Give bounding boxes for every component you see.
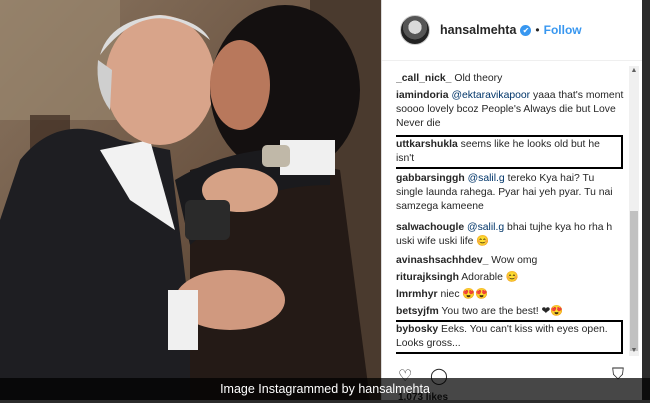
comment-username[interactable]: salwachougle (396, 222, 464, 233)
comments-scrollbar[interactable]: ▲ ▼ (629, 66, 639, 356)
post-username[interactable]: hansalmehta (440, 23, 516, 37)
comment-item: avinashsachhdev_ Wow omg (396, 254, 624, 268)
comment-text: Old theory (451, 73, 503, 84)
scrollbar-thumb[interactable] (630, 211, 638, 351)
comment-username[interactable]: iamindoria (396, 90, 449, 101)
post-header: hansalmehta ✔ • Follow (382, 0, 643, 61)
comment-item: iamindoria @ektaravikapoor yaaa that's m… (396, 89, 624, 131)
comment-item: riturajksingh Adorable 😊 (396, 271, 624, 285)
comment-mention[interactable]: @salil.g (468, 173, 505, 184)
comment-item: _call_nick_ Old theory (396, 72, 624, 86)
comment-text: Adorable 😊 (458, 272, 519, 283)
comment-mention[interactable]: @salil.g (467, 222, 504, 233)
scroll-down-icon[interactable]: ▼ (629, 346, 639, 356)
comment-text: niec 😍😍 (437, 289, 489, 300)
photo-illustration (0, 0, 381, 400)
post-details-panel: hansalmehta ✔ • Follow _call_nick_ Old t… (381, 0, 643, 403)
follow-button[interactable]: Follow (544, 23, 582, 37)
comment-text: Wow omg (488, 255, 538, 266)
comment-text: You two are the best! ❤😍 (438, 306, 564, 317)
comment-item: lmrmhyr niec 😍😍 (396, 288, 624, 302)
frame-edge (642, 0, 650, 400)
comment-username[interactable]: avinashsachhdev_ (396, 255, 488, 266)
comment-username[interactable]: _call_nick_ (396, 73, 451, 84)
comment-mention[interactable]: @ektaravikapoor (451, 90, 530, 101)
post-photo (0, 0, 381, 400)
scroll-up-icon[interactable]: ▲ (629, 66, 639, 76)
separator-dot: • (535, 23, 540, 37)
avatar[interactable] (400, 15, 430, 45)
comment-item: gabbarsinggh @salil.g tereko Kya hai? Tu… (396, 172, 624, 214)
comment-username[interactable]: gabbarsinggh (396, 173, 465, 184)
comment-item-highlighted: uttkarshukla seems like he looks old but… (396, 135, 623, 169)
comment-item-highlighted: bybosky Eeks. You can't kiss with eyes o… (396, 320, 623, 354)
comment-username[interactable]: uttkarshukla (396, 139, 458, 150)
comment-item: salwachougle @salil.g bhai tujhe kya ho … (396, 221, 624, 249)
comment-item: betsyjfm You two are the best! ❤😍 (396, 305, 624, 319)
comment-username[interactable]: bybosky (396, 324, 438, 335)
image-caption: Image Instagrammed by hansalmehta (0, 378, 650, 400)
verified-badge-icon: ✔ (520, 24, 532, 36)
comments-list[interactable]: _call_nick_ Old theory iamindoria @ektar… (396, 66, 626, 366)
comment-username[interactable]: lmrmhyr (396, 289, 438, 300)
comment-username[interactable]: riturajksingh (396, 272, 459, 283)
comment-username[interactable]: betsyjfm (396, 306, 439, 317)
